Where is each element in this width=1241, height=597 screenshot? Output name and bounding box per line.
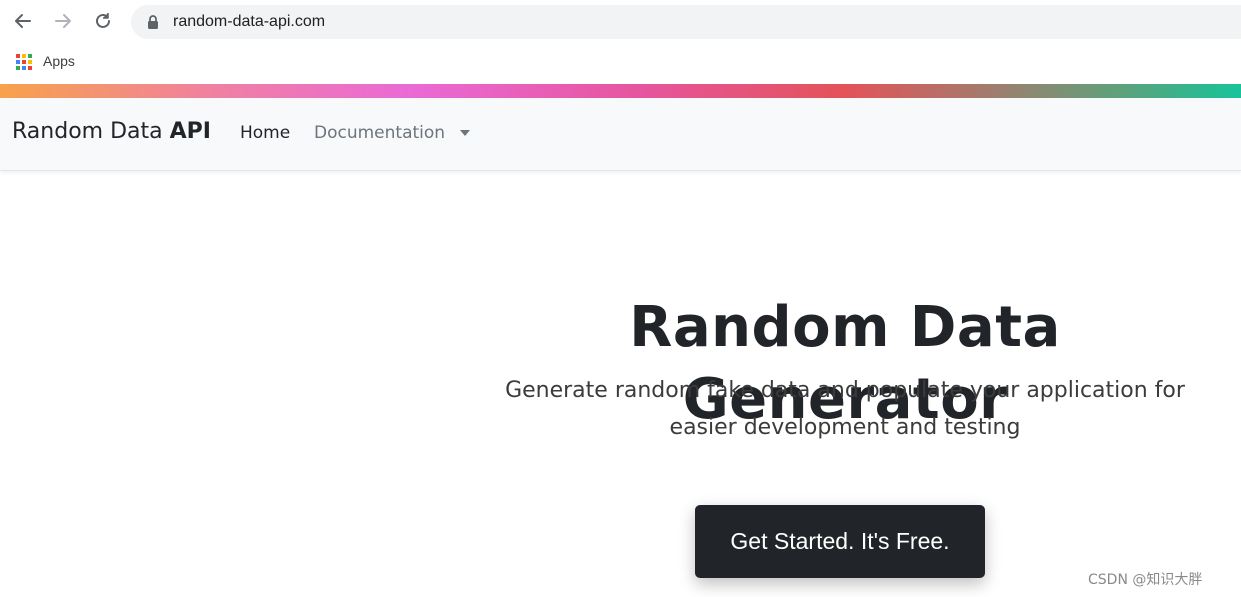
back-button[interactable] [10,8,36,34]
brand-strong: API [169,119,211,144]
caret-down-icon[interactable] [460,130,470,136]
browser-toolbar: random-data-api.com [0,0,1241,44]
brand-logo[interactable]: Random Data API [12,119,211,144]
nav-documentation-dropdown[interactable]: Documentation [314,123,445,143]
lock-icon [148,15,158,29]
apps-bookmark[interactable]: Apps [43,53,75,69]
nav-home-link[interactable]: Home [240,123,290,143]
apps-grid-icon[interactable] [16,54,32,70]
gradient-stripe [0,84,1241,98]
brand-prefix: Random Data [12,119,170,144]
forward-button[interactable] [50,8,76,34]
url-text: random-data-api.com [173,13,326,30]
reload-icon [96,13,110,28]
reload-button[interactable] [90,8,116,34]
hero-subtitle: Generate random fake data and populate y… [505,378,1185,440]
get-started-button[interactable]: Get Started. It's Free. [695,505,985,578]
site-navbar: Random Data API Home Documentation [0,98,1241,171]
arrow-left-icon [15,14,31,28]
bookmarks-bar: Apps [0,44,1241,84]
address-bar[interactable]: random-data-api.com [131,5,1241,39]
arrow-right-icon [55,14,71,28]
watermark-text: CSDN @知识大胖 [1088,572,1203,588]
